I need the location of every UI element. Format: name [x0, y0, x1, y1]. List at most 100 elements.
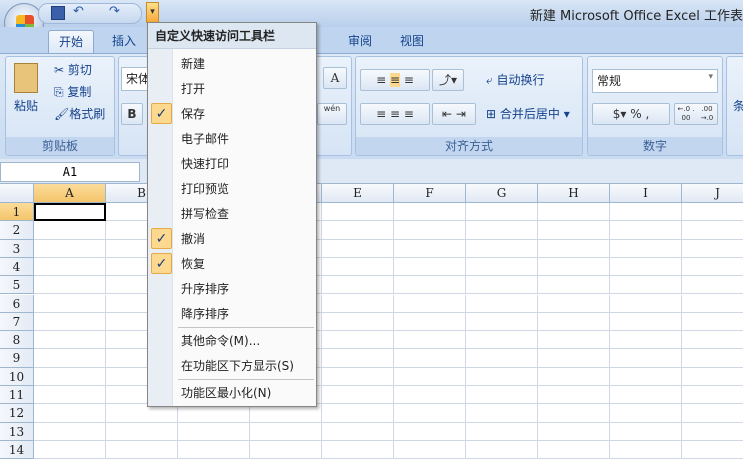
cell[interactable]: [322, 349, 394, 368]
cell[interactable]: [394, 239, 466, 258]
cell[interactable]: [394, 440, 466, 460]
menu-item[interactable]: 新建: [148, 52, 316, 76]
active-cell[interactable]: [34, 203, 106, 222]
cell[interactable]: [466, 386, 538, 405]
tab-home[interactable]: 开始: [48, 30, 95, 53]
cell[interactable]: [178, 404, 250, 423]
show-below-ribbon-item[interactable]: 在功能区下方显示(S): [148, 354, 316, 378]
cell[interactable]: [538, 239, 610, 258]
cell[interactable]: [394, 386, 466, 405]
cell[interactable]: [610, 203, 682, 222]
cell[interactable]: [682, 295, 743, 313]
paste-button[interactable]: 粘贴: [14, 97, 38, 114]
cell[interactable]: [610, 404, 682, 423]
redo-icon[interactable]: ↷: [109, 4, 120, 19]
column-header[interactable]: F: [394, 184, 466, 203]
cell[interactable]: [538, 257, 610, 277]
cell[interactable]: [682, 349, 743, 368]
accounting-percent-comma-buttons[interactable]: $▾ % ,: [592, 103, 670, 125]
cell[interactable]: [34, 257, 106, 277]
cell[interactable]: [682, 313, 743, 332]
cell[interactable]: [250, 440, 322, 460]
cell[interactable]: [466, 312, 538, 332]
copy-button[interactable]: ⎘ 复制: [54, 83, 91, 100]
horizontal-align-buttons[interactable]: ≡ ≡ ≡: [360, 103, 430, 125]
save-icon[interactable]: [51, 6, 65, 20]
cell[interactable]: [394, 312, 466, 332]
cell[interactable]: [250, 422, 322, 441]
decrease-decimal-button[interactable]: .00 →.0: [697, 105, 717, 124]
cell[interactable]: [466, 331, 538, 350]
cell[interactable]: [538, 367, 610, 386]
cell[interactable]: [394, 203, 466, 222]
minimize-ribbon-item[interactable]: 功能区最小化(N): [148, 381, 316, 405]
cell[interactable]: [538, 203, 610, 222]
cell[interactable]: [538, 386, 610, 405]
cell[interactable]: [682, 423, 743, 441]
cell[interactable]: [394, 422, 466, 441]
undo-icon[interactable]: ↶: [73, 4, 84, 19]
row-header[interactable]: 11: [0, 386, 34, 405]
column-header[interactable]: G: [466, 184, 538, 203]
cell[interactable]: [322, 221, 394, 240]
cell[interactable]: [466, 404, 538, 423]
cell[interactable]: [682, 276, 743, 295]
column-header[interactable]: A: [34, 184, 106, 203]
cell[interactable]: [610, 422, 682, 441]
cell[interactable]: [466, 257, 538, 277]
cell[interactable]: [538, 422, 610, 441]
row-header[interactable]: 13: [0, 422, 34, 441]
cell[interactable]: [322, 276, 394, 295]
column-header[interactable]: I: [610, 184, 682, 203]
cell[interactable]: [610, 294, 682, 313]
cell[interactable]: [322, 331, 394, 350]
conditional-format-button[interactable]: 条: [733, 97, 743, 114]
cell[interactable]: [322, 422, 394, 441]
cell[interactable]: [466, 221, 538, 240]
merge-center-button[interactable]: ⊞ 合并后居中 ▾: [486, 105, 570, 122]
cell[interactable]: [682, 386, 743, 405]
row-header[interactable]: 5: [0, 276, 34, 295]
cell[interactable]: [682, 368, 743, 386]
cell[interactable]: [682, 221, 743, 240]
cell[interactable]: [394, 349, 466, 368]
cell[interactable]: [682, 331, 743, 350]
name-box[interactable]: A1: [0, 162, 140, 182]
cell[interactable]: [466, 276, 538, 295]
cell[interactable]: [394, 276, 466, 295]
cell[interactable]: [610, 349, 682, 368]
menu-item[interactable]: 电子邮件: [148, 127, 316, 151]
cell[interactable]: [394, 331, 466, 350]
cell[interactable]: [610, 221, 682, 240]
select-all-corner[interactable]: [0, 184, 34, 203]
tab-view[interactable]: 视图: [390, 30, 434, 53]
cell[interactable]: [538, 331, 610, 350]
row-header[interactable]: 8: [0, 331, 34, 350]
cell[interactable]: [610, 367, 682, 386]
row-header[interactable]: 9: [0, 349, 34, 368]
tab-review[interactable]: 审阅: [338, 30, 382, 53]
cell[interactable]: [34, 221, 106, 240]
cell[interactable]: [34, 440, 106, 460]
cell[interactable]: [538, 440, 610, 460]
cell[interactable]: [178, 440, 250, 460]
cell[interactable]: [394, 367, 466, 386]
menu-item[interactable]: 快速打印: [148, 152, 316, 176]
tab-insert[interactable]: 插入: [102, 30, 146, 53]
orientation-button[interactable]: ⤴▾: [432, 69, 464, 91]
cell[interactable]: [394, 257, 466, 277]
cell[interactable]: [538, 404, 610, 423]
menu-item[interactable]: 降序排序: [148, 302, 316, 326]
row-header[interactable]: 12: [0, 404, 34, 423]
cell[interactable]: [610, 257, 682, 277]
indent-buttons[interactable]: ⇤ ⇥: [432, 103, 476, 125]
cell[interactable]: [610, 239, 682, 258]
cell[interactable]: [466, 349, 538, 368]
row-header[interactable]: 3: [0, 239, 34, 258]
cell[interactable]: [106, 440, 178, 460]
cell[interactable]: [322, 294, 394, 313]
cell[interactable]: [322, 440, 394, 460]
column-header[interactable]: J: [682, 184, 743, 203]
increase-decimal-button[interactable]: ←.0 .00: [676, 105, 696, 124]
menu-item[interactable]: ✓ 恢复: [148, 252, 316, 276]
